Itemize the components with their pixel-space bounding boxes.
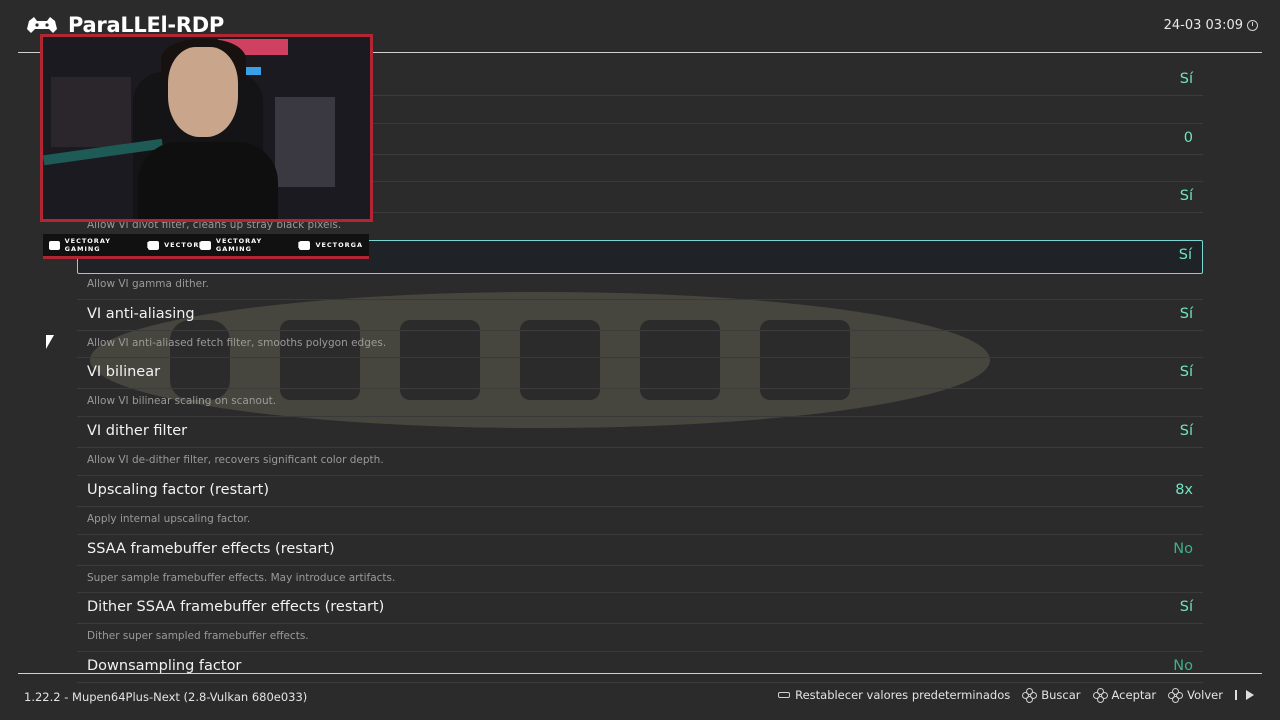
webcam-shelf [51, 77, 131, 147]
reset-defaults-label: Restablecer valores predeterminados [795, 688, 1011, 702]
social-youtube: VECTORAY GAMING [49, 237, 147, 253]
social-text: VECTORGA [315, 241, 364, 249]
gamepad-button-icon [1168, 688, 1184, 703]
social-instagram: VECTORGA [299, 240, 364, 250]
setting-description: Allow VI anti-aliased fetch filter, smoo… [87, 336, 387, 349]
back-label: Volver [1187, 688, 1223, 702]
play-bar-icon [1235, 690, 1237, 700]
setting-label: Downsampling factor [87, 657, 242, 674]
twitch-icon [148, 240, 160, 250]
setting-row-vi-anti-aliasing[interactable]: VI anti-aliasing Sí Allow VI anti-aliased… [77, 300, 1203, 359]
clock-icon [1247, 20, 1258, 31]
setting-row-vi-bilinear[interactable]: VI bilinear Sí Allow VI bilinear scaling … [77, 358, 1203, 418]
select-button-icon [778, 692, 791, 698]
setting-description: Allow VI de-dither filter, recovers sign… [87, 454, 384, 467]
setting-row-dither-ssaa[interactable]: Dither SSAA framebuffer effects (restart… [77, 593, 1203, 652]
clock-text: 24-03 03:09 [1163, 18, 1243, 33]
play-icon [1246, 690, 1254, 700]
social-twitter: VECTORAY GAMING [200, 237, 298, 253]
webcam-person-shirt [138, 142, 278, 219]
search-button[interactable]: Buscar [1022, 688, 1081, 703]
setting-row-vi-dither-filter[interactable]: VI dither filter Sí Allow VI de-dither fi… [77, 417, 1203, 476]
gamepad-button-icon [1022, 688, 1038, 703]
version-text: 1.22.2 - Mupen64Plus-Next (2.8-Vulkan 68… [24, 690, 308, 704]
accept-button[interactable]: Aceptar [1092, 688, 1157, 703]
setting-value: Sí [1179, 188, 1193, 205]
setting-row-ssaa-framebuffer[interactable]: SSAA framebuffer effects (restart) No Sup… [77, 535, 1203, 594]
social-text: VECTOR [164, 241, 200, 249]
back-button[interactable]: Volver [1168, 688, 1223, 703]
setting-label: VI dither filter [87, 423, 188, 440]
setting-value: No [1173, 657, 1193, 674]
setting-label: SSAA framebuffer effects (restart) [87, 540, 335, 557]
mouse-cursor-icon [46, 335, 54, 349]
webcam-cabinet [275, 97, 335, 187]
twitter-icon [200, 240, 211, 250]
setting-value: Sí [1178, 247, 1192, 264]
start-button[interactable] [1235, 690, 1254, 700]
setting-value: Sí [1179, 71, 1193, 87]
setting-value: 0 [1183, 129, 1193, 146]
webcam-person-face [168, 47, 238, 137]
gamepad-button-icon [1092, 688, 1108, 703]
setting-label: Upscaling factor (restart) [87, 481, 270, 498]
setting-description: Apply internal upscaling factor. [87, 512, 251, 525]
setting-value: No [1173, 540, 1193, 557]
webcam-overlay [40, 34, 373, 222]
social-twitch: VECTOR [148, 240, 200, 250]
setting-label: VI bilinear [87, 364, 161, 381]
setting-value: Sí [1179, 423, 1193, 440]
setting-value: 8x [1175, 481, 1193, 498]
setting-label: VI anti-aliasing [87, 305, 195, 322]
accept-label: Aceptar [1111, 688, 1157, 702]
youtube-icon [49, 240, 60, 250]
setting-description: Dither super sampled framebuffer effects… [87, 630, 309, 643]
clock: 24-03 03:09 [1164, 18, 1258, 33]
social-text: VECTORAY GAMING [64, 237, 111, 253]
social-text: VECTORAY GAMING [215, 237, 263, 253]
social-bar: VECTORAY GAMING VECTOR VECTORAY GAMING V… [43, 234, 369, 259]
setting-value: Sí [1179, 305, 1193, 322]
search-label: Buscar [1041, 688, 1081, 702]
setting-description: Super sample framebuffer effects. May in… [87, 571, 396, 584]
setting-description: Allow VI gamma dither. [87, 278, 209, 291]
setting-label: Dither SSAA framebuffer effects (restart… [87, 599, 385, 616]
setting-value: Sí [1179, 364, 1193, 381]
instagram-icon [299, 240, 311, 250]
footer-divider [18, 673, 1262, 674]
footer-actions: Restablecer valores predeterminados Busc… [778, 688, 1254, 703]
reset-defaults-button[interactable]: Restablecer valores predeterminados [778, 688, 1010, 702]
setting-value: Sí [1179, 599, 1193, 616]
setting-description: Allow VI bilinear scaling on scanout. [87, 395, 277, 408]
setting-row-upscaling-factor[interactable]: Upscaling factor (restart) 8x Apply inter… [77, 476, 1203, 535]
